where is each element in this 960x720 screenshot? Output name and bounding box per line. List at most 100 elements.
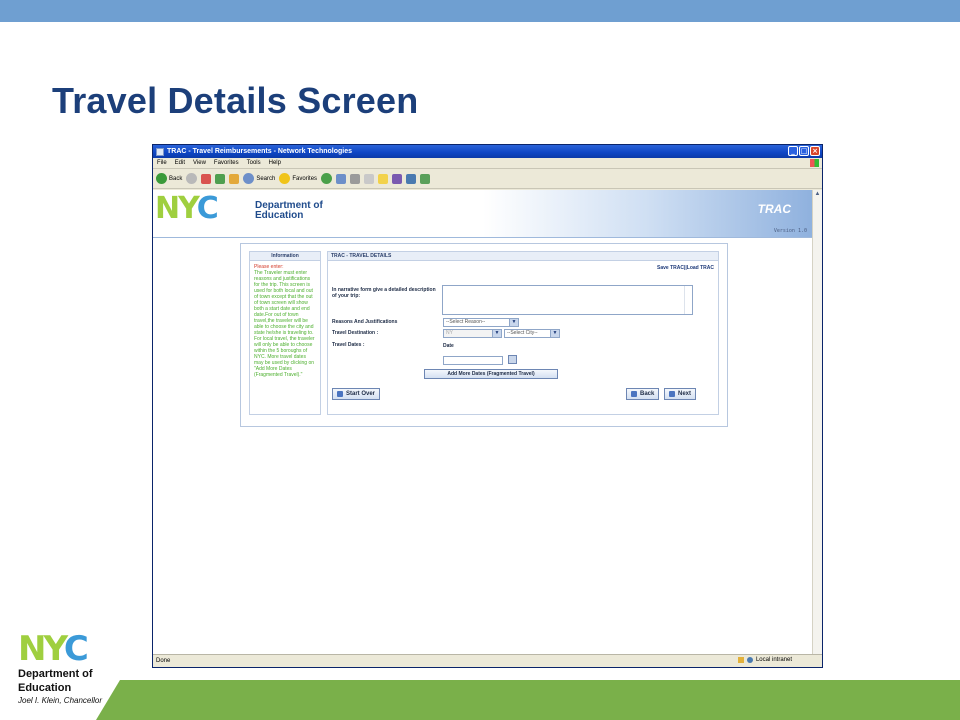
textarea-scrollbar[interactable] <box>684 286 692 314</box>
scroll-up-icon[interactable]: ▲ <box>813 190 822 199</box>
menu-help[interactable]: Help <box>269 160 281 166</box>
info-panel-body: Please enter: The Traveler must enter re… <box>250 261 320 381</box>
content-frame: Information Please enter: The Traveler m… <box>240 243 728 427</box>
research-icon[interactable] <box>406 173 417 184</box>
travel-date-input[interactable] <box>443 356 503 365</box>
browser-window: TRAC - Travel Reimbursements - Network T… <box>152 144 823 668</box>
nyc-logo: NYC <box>155 191 219 226</box>
info-panel-heading: Information <box>250 252 320 261</box>
windows-logo-icon <box>810 159 819 167</box>
version-label: Version 1.0 <box>773 228 807 234</box>
start-over-button[interactable]: Start Over <box>332 388 381 400</box>
next-button[interactable]: Next <box>664 388 697 400</box>
travel-dates-label: Travel Dates : <box>332 342 365 348</box>
discuss-icon[interactable] <box>378 173 389 184</box>
refresh-icon <box>337 391 343 397</box>
back-toolbar-button[interactable]: Back <box>156 173 182 184</box>
state-select[interactable]: NY ▼ <box>443 329 502 338</box>
back-arrow-icon <box>156 173 167 184</box>
ie-page-icon <box>156 147 164 156</box>
nyc-corner-logo: NYC <box>18 629 89 669</box>
security-zone: Local intranet <box>737 657 792 663</box>
footer-bar <box>120 680 960 720</box>
maximize-button[interactable]: □ <box>799 146 809 156</box>
back-button[interactable]: Back <box>626 388 660 400</box>
edit-icon[interactable] <box>364 173 375 184</box>
calendar-icon[interactable] <box>508 355 517 364</box>
window-controls: _ □ × <box>788 146 820 156</box>
chancellor-text: Joel I. Klein, Chancellor <box>18 696 103 705</box>
state-select-value: NY <box>446 330 453 336</box>
close-button[interactable]: × <box>810 146 820 156</box>
menu-tools[interactable]: Tools <box>247 160 261 166</box>
back-arrow-icon <box>631 391 637 397</box>
date-column-label: Date <box>443 343 454 349</box>
favorites-label: Favorites <box>292 175 318 182</box>
forward-arrow-icon[interactable] <box>186 173 198 184</box>
window-titlebar: TRAC - Travel Reimbursements - Network T… <box>153 145 822 158</box>
status-text: Done <box>156 658 171 664</box>
trip-description-textarea[interactable] <box>442 285 693 315</box>
menu-bar: File Edit View Favorites Tools Help <box>153 158 822 169</box>
menu-edit[interactable]: Edit <box>175 160 185 166</box>
zone-label: Local intranet <box>755 657 792 663</box>
add-more-dates-button[interactable]: Add More Dates (Fragmented Travel) <box>424 369 558 379</box>
menu-view[interactable]: View <box>193 160 206 166</box>
next-button-label: Next <box>678 391 692 397</box>
top-accent-bar <box>0 0 960 22</box>
back-label: Back <box>169 175 183 182</box>
print-icon[interactable] <box>350 173 361 184</box>
page-content: NYC Department of Education TRAC Version… <box>153 190 813 655</box>
add-more-dates-label: Add More Dates (Fragmented Travel) <box>447 371 535 377</box>
search-label: Search <box>256 175 276 182</box>
status-bar: Done Local intranet <box>153 654 822 667</box>
travel-details-panel: TRAC - TRAVEL DETAILS Save TRAC||Load TR… <box>327 251 719 415</box>
search-icon <box>243 173 255 184</box>
city-select[interactable]: --Select City-- ▼ <box>504 329 560 338</box>
search-toolbar-button[interactable]: Search <box>243 173 275 184</box>
corner-education: Education <box>18 682 72 694</box>
doe-text: Department of Education <box>255 201 323 221</box>
trac-logo: TRAC <box>757 202 791 216</box>
menu-favorites[interactable]: Favorites <box>214 160 239 166</box>
reason-select-value: --Select Reason-- <box>446 319 486 325</box>
menu-file[interactable]: File <box>157 160 167 166</box>
reasons-label: Reasons And Justifications <box>332 319 398 325</box>
destination-label: Travel Destination : <box>332 330 379 336</box>
chevron-down-icon: ▼ <box>509 319 518 326</box>
info-description: The Traveler must enter reasons and just… <box>254 270 315 378</box>
forward-arrow-icon <box>669 391 675 397</box>
education-line: Education <box>255 210 304 221</box>
narrative-label: In narrative form give a detailed descri… <box>332 287 436 299</box>
app-header: NYC Department of Education TRAC Version… <box>153 190 813 238</box>
window-title: TRAC - Travel Reimbursements - Network T… <box>167 148 353 155</box>
intranet-icon <box>746 657 753 663</box>
corner-department: Department of <box>18 668 93 680</box>
slide-title: Travel Details Screen <box>52 80 419 121</box>
messenger-icon[interactable] <box>420 173 431 184</box>
save-load-links[interactable]: Save TRAC||Load TRAC <box>657 265 714 271</box>
doe-corner-logo: NYC Department of Education Joel I. Klei… <box>18 632 102 705</box>
city-select-value: --Select City-- <box>507 330 538 336</box>
reason-select[interactable]: --Select Reason-- ▼ <box>443 318 519 327</box>
stop-icon[interactable] <box>201 173 212 184</box>
media-icon[interactable] <box>392 173 403 184</box>
chevron-down-icon: ▼ <box>550 330 559 337</box>
start-over-label: Start Over <box>346 391 376 397</box>
star-icon <box>279 173 291 184</box>
minimize-button[interactable]: _ <box>788 146 798 156</box>
chevron-down-icon: ▼ <box>492 330 501 337</box>
nyc-logo-text: NYC <box>155 191 219 226</box>
back-button-label: Back <box>640 391 655 397</box>
browser-toolbar: Back Search Favorites <box>153 169 822 189</box>
slide: Travel Details Screen TRAC - Travel Reim… <box>0 0 960 720</box>
mail-icon[interactable] <box>336 173 347 184</box>
home-icon[interactable] <box>229 173 240 184</box>
travel-details-heading: TRAC - TRAVEL DETAILS <box>328 252 718 261</box>
lock-icon <box>737 657 744 663</box>
page-scrollbar[interactable]: ▲ <box>812 190 822 655</box>
refresh-icon[interactable] <box>215 173 226 184</box>
history-icon[interactable] <box>321 173 333 184</box>
favorites-toolbar-button[interactable]: Favorites <box>279 173 317 184</box>
info-panel: Information Please enter: The Traveler m… <box>249 251 321 415</box>
